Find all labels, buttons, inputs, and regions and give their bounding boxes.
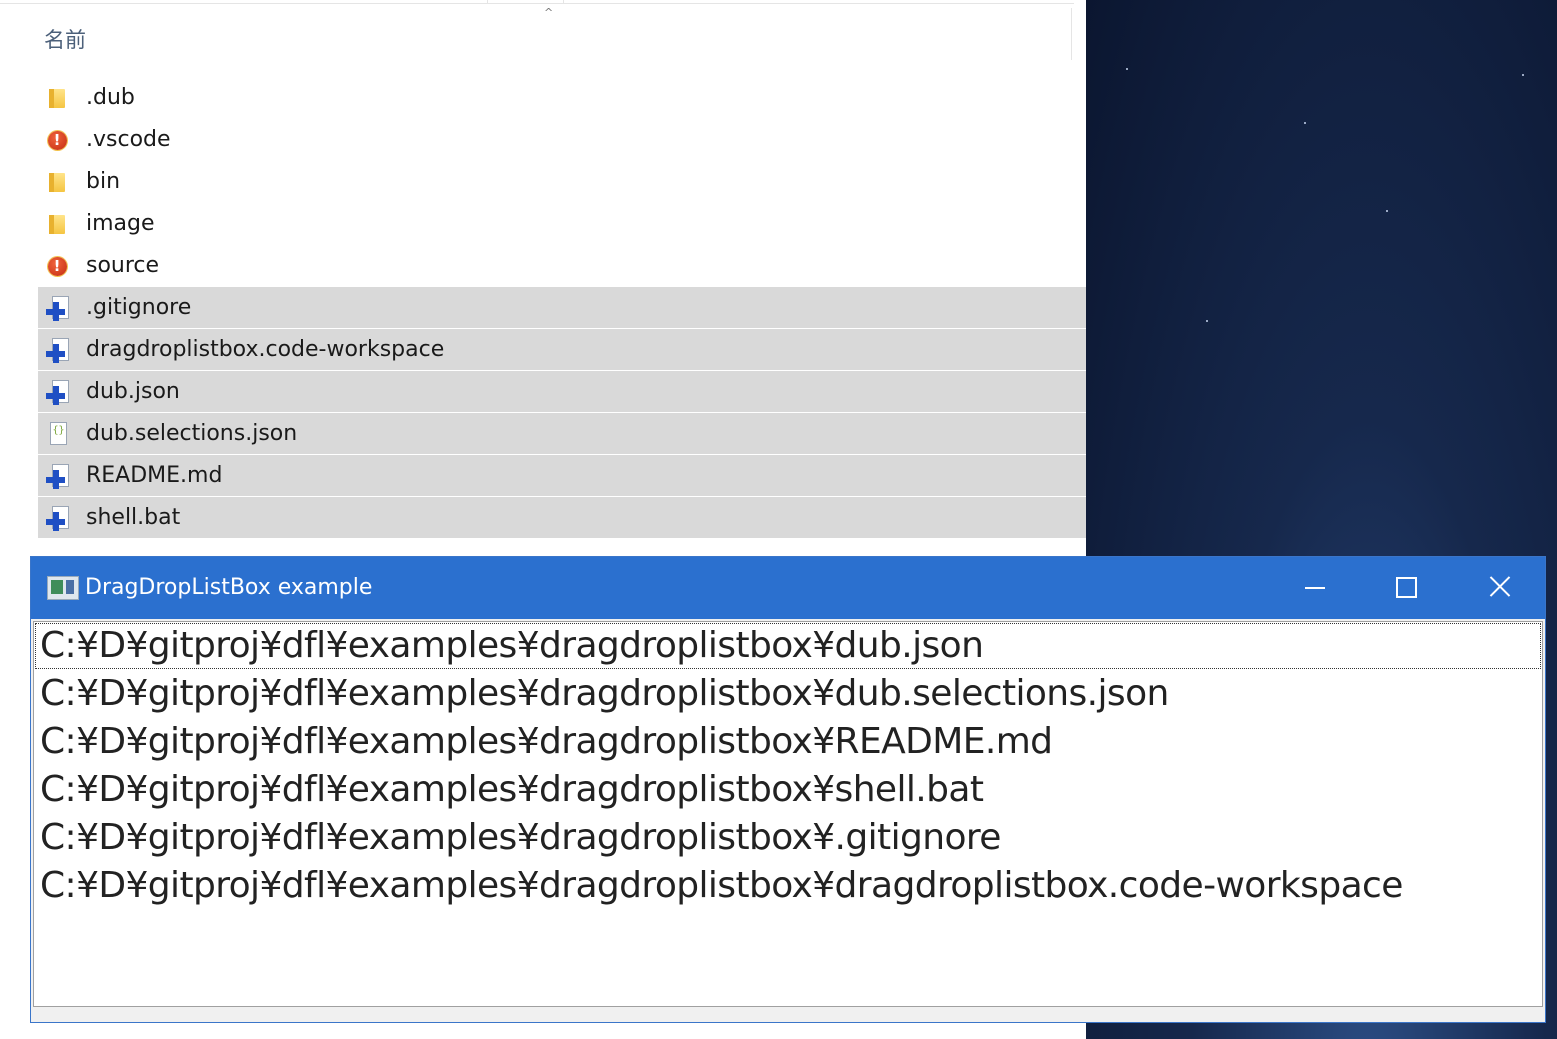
file-list: .dub ! .vscode bin image ! source .gitig…: [38, 77, 1086, 539]
file-name: dub.json: [86, 379, 180, 404]
close-button[interactable]: [1453, 557, 1545, 619]
app-window: DragDropListBox example C:¥D¥gitproj¥dfl…: [30, 556, 1546, 1023]
warning-icon: !: [45, 254, 69, 278]
minimize-button[interactable]: [1269, 557, 1361, 619]
column-divider: [487, 0, 488, 3]
file-name: source: [86, 253, 160, 278]
file-row[interactable]: ! source: [38, 245, 1086, 286]
list-item[interactable]: C:¥D¥gitproj¥dfl¥examples¥dragdroplistbo…: [34, 622, 1542, 670]
file-row-selected[interactable]: README.md: [38, 455, 1086, 496]
file-name: bin: [86, 169, 121, 194]
column-divider: [563, 0, 564, 3]
file-name: dragdroplistbox.code-workspace: [86, 337, 445, 362]
list-item[interactable]: C:¥D¥gitproj¥dfl¥examples¥dragdroplistbo…: [34, 718, 1542, 766]
file-name: .vscode: [86, 127, 171, 152]
warning-icon: !: [45, 128, 69, 152]
header-top-border: [0, 0, 1074, 4]
star: [1386, 210, 1388, 212]
file-row-selected[interactable]: {} dub.selections.json: [38, 413, 1086, 454]
file-row-selected[interactable]: .gitignore: [38, 287, 1086, 328]
file-row[interactable]: bin: [38, 161, 1086, 202]
folder-icon: [45, 170, 69, 194]
star: [1304, 122, 1306, 124]
file-row-selected[interactable]: dragdroplistbox.code-workspace: [38, 329, 1086, 370]
app-icon[interactable]: [47, 576, 79, 600]
sort-ascending-icon[interactable]: ^: [544, 7, 553, 18]
file-plus-icon: [45, 505, 69, 531]
file-name: .dub: [86, 85, 135, 110]
list-item[interactable]: C:¥D¥gitproj¥dfl¥examples¥dragdroplistbo…: [34, 670, 1542, 718]
file-row-selected[interactable]: shell.bat: [38, 497, 1086, 538]
file-name: README.md: [86, 463, 223, 488]
list-item[interactable]: C:¥D¥gitproj¥dfl¥examples¥dragdroplistbo…: [34, 862, 1542, 910]
file-name: dub.selections.json: [86, 421, 298, 446]
list-item[interactable]: C:¥D¥gitproj¥dfl¥examples¥dragdroplistbo…: [34, 814, 1542, 862]
path-listbox[interactable]: C:¥D¥gitproj¥dfl¥examples¥dragdroplistbo…: [33, 621, 1543, 1007]
star: [1522, 74, 1524, 76]
file-row[interactable]: ! .vscode: [38, 119, 1086, 160]
file-row-selected[interactable]: dub.json: [38, 371, 1086, 412]
file-plus-icon: [45, 337, 69, 363]
folder-icon: [45, 212, 69, 236]
maximize-button[interactable]: [1361, 557, 1453, 619]
file-plus-icon: [45, 295, 69, 321]
file-explorer: ^ 名前 .dub ! .vscode bin image ! source .…: [0, 0, 1086, 556]
file-name: .gitignore: [86, 295, 192, 320]
file-plus-icon: [45, 463, 69, 489]
minimize-icon: [1305, 587, 1325, 589]
column-header-name[interactable]: 名前: [44, 24, 86, 54]
close-icon: [1489, 575, 1511, 597]
file-name: image: [86, 211, 155, 236]
file-row[interactable]: .dub: [38, 77, 1086, 118]
column-resize-handle[interactable]: [1071, 8, 1072, 60]
file-row[interactable]: image: [38, 203, 1086, 244]
json-file-icon: {}: [45, 421, 69, 446]
maximize-icon: [1396, 577, 1417, 598]
list-item[interactable]: C:¥D¥gitproj¥dfl¥examples¥dragdroplistbo…: [34, 766, 1542, 814]
title-bar[interactable]: DragDropListBox example: [31, 557, 1545, 619]
file-name: shell.bat: [86, 505, 181, 530]
file-plus-icon: [45, 379, 69, 405]
folder-icon: [45, 86, 69, 110]
star: [1206, 320, 1208, 322]
window-title: DragDropListBox example: [85, 575, 373, 600]
star: [1126, 68, 1128, 70]
